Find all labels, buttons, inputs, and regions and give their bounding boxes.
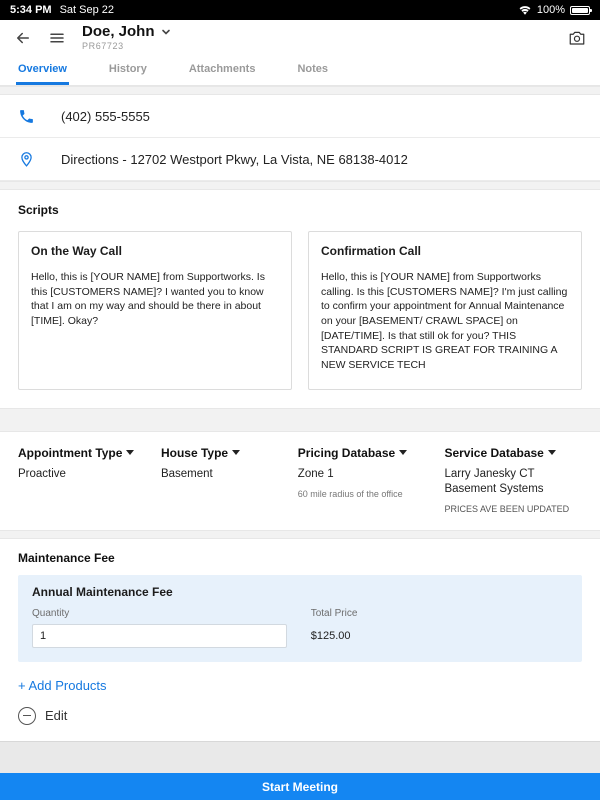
selector-note: PRICES AVE BEEN UPDATED xyxy=(444,504,582,514)
phone-row[interactable]: (402) 555-5555 xyxy=(0,95,600,138)
script-card-title: On the Way Call xyxy=(31,244,279,258)
camera-button[interactable] xyxy=(568,29,586,47)
quantity-label: Quantity xyxy=(32,608,287,619)
divider-band xyxy=(0,530,600,539)
minus-circle-icon xyxy=(18,707,36,725)
tab-attachments[interactable]: Attachments xyxy=(187,56,258,85)
quantity-input[interactable] xyxy=(32,624,287,648)
menu-button[interactable] xyxy=(48,29,66,47)
status-left: 5:34 PM Sat Sep 22 xyxy=(10,4,114,16)
scripts-title: Scripts xyxy=(18,203,582,217)
pricing-database-dropdown[interactable]: Pricing Database Zone 1 60 mile radius o… xyxy=(298,446,431,514)
edit-button[interactable]: Edit xyxy=(18,707,582,725)
phone-icon xyxy=(18,108,35,125)
selector-label: Service Database xyxy=(444,446,543,460)
total-price-value: $125.00 xyxy=(311,630,568,642)
status-date: Sat Sep 22 xyxy=(60,4,114,16)
selector-value: Larry Janesky CT Basement Systems xyxy=(444,467,582,497)
battery-percent: 100% xyxy=(537,4,565,16)
tab-history[interactable]: History xyxy=(107,56,149,85)
caret-down-icon xyxy=(548,450,556,455)
divider-band xyxy=(0,408,600,432)
directions-text: Directions - 12702 Westport Pkwy, La Vis… xyxy=(61,152,408,167)
script-card-title: Confirmation Call xyxy=(321,244,569,258)
total-price-label: Total Price xyxy=(311,608,568,619)
start-meeting-button[interactable]: Start Meeting xyxy=(0,773,600,800)
add-products-button[interactable]: + Add Products xyxy=(18,678,582,693)
selector-value: Zone 1 xyxy=(298,467,431,482)
customer-id: PR67723 xyxy=(82,42,171,52)
selector-note: 60 mile radius of the office xyxy=(298,489,431,499)
annual-fee-card: Annual Maintenance Fee Quantity Total Pr… xyxy=(18,575,582,662)
script-card-confirmation: Confirmation Call Hello, this is [YOUR N… xyxy=(308,231,582,390)
maintenance-section: Maintenance Fee Annual Maintenance Fee Q… xyxy=(0,539,600,662)
customer-name: Doe, John xyxy=(82,24,155,41)
script-card-body: Hello, this is [YOUR NAME] from Supportw… xyxy=(321,270,569,373)
status-right: 100% xyxy=(518,4,590,16)
maintenance-title: Maintenance Fee xyxy=(18,551,582,565)
hamburger-icon xyxy=(48,29,66,47)
back-arrow-icon xyxy=(14,29,32,47)
caret-down-icon xyxy=(232,450,240,455)
caret-down-icon xyxy=(126,450,134,455)
status-bar: 5:34 PM Sat Sep 22 100% xyxy=(0,0,600,20)
chevron-down-icon xyxy=(161,27,171,37)
scripts-section: Scripts On the Way Call Hello, this is [… xyxy=(0,190,600,408)
divider-band xyxy=(0,86,600,95)
house-type-dropdown[interactable]: House Type Basement xyxy=(161,446,284,514)
empty-area xyxy=(0,741,600,773)
fee-card-title: Annual Maintenance Fee xyxy=(32,585,568,599)
wifi-icon xyxy=(518,5,532,16)
tab-overview[interactable]: Overview xyxy=(16,56,69,85)
script-card-on-the-way: On the Way Call Hello, this is [YOUR NAM… xyxy=(18,231,292,390)
camera-icon xyxy=(568,29,586,47)
selector-label: House Type xyxy=(161,446,228,460)
app-header: Doe, John PR67723 xyxy=(0,20,600,56)
title-block[interactable]: Doe, John PR67723 xyxy=(82,24,171,52)
location-pin-icon xyxy=(18,151,35,168)
service-database-dropdown[interactable]: Service Database Larry Janesky CT Baseme… xyxy=(444,446,582,514)
selector-label: Pricing Database xyxy=(298,446,395,460)
selectors-row: Appointment Type Proactive House Type Ba… xyxy=(0,432,600,530)
script-card-body: Hello, this is [YOUR NAME] from Supportw… xyxy=(31,270,279,329)
app-page: 5:34 PM Sat Sep 22 100% Doe, John xyxy=(0,0,600,800)
selector-value: Proactive xyxy=(18,467,147,482)
phone-number: (402) 555-5555 xyxy=(61,109,150,124)
tab-bar: Overview History Attachments Notes xyxy=(0,56,600,86)
back-button[interactable] xyxy=(14,29,32,47)
directions-row[interactable]: Directions - 12702 Westport Pkwy, La Vis… xyxy=(0,138,600,181)
selector-label: Appointment Type xyxy=(18,446,122,460)
caret-down-icon xyxy=(399,450,407,455)
battery-icon xyxy=(570,6,590,15)
tab-notes[interactable]: Notes xyxy=(295,56,330,85)
selector-value: Basement xyxy=(161,467,284,482)
status-time: 5:34 PM xyxy=(10,4,52,16)
divider-band xyxy=(0,181,600,190)
edit-label: Edit xyxy=(45,708,67,723)
appointment-type-dropdown[interactable]: Appointment Type Proactive xyxy=(18,446,147,514)
